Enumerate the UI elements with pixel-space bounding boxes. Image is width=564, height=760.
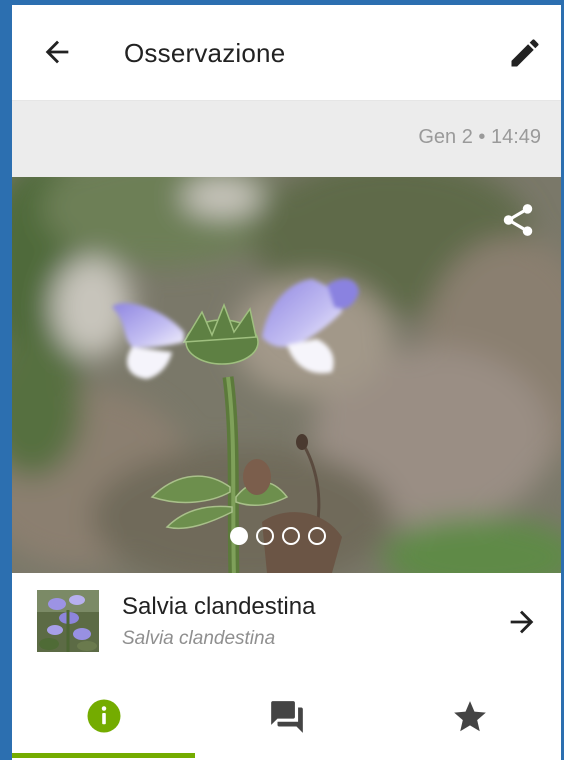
pencil-icon (511, 39, 539, 67)
arrow-back-icon (45, 40, 69, 64)
photo-dot[interactable] (256, 527, 274, 545)
open-taxon-button[interactable] (505, 605, 539, 639)
observation-date-bar: Gen 2 • 14:49 (12, 101, 561, 177)
arrow-forward-icon (510, 610, 534, 634)
comments-icon (270, 701, 303, 733)
share-button[interactable] (499, 201, 537, 239)
tab-favorites[interactable] (378, 669, 561, 759)
photo-pagination (230, 527, 326, 545)
photo-dot[interactable] (230, 527, 248, 545)
observation-date: Gen 2 • 14:49 (418, 126, 541, 148)
star-icon (453, 701, 486, 732)
taxon-row[interactable]: Salvia clandestina Salvia clandestina (12, 573, 561, 670)
photo-dot[interactable] (308, 527, 326, 545)
bottom-tab-bar (12, 669, 561, 760)
taxon-common-name: Salvia clandestina (122, 593, 316, 620)
observation-photo[interactable] (12, 177, 561, 573)
tab-selected-indicator (12, 753, 195, 758)
app-bar: Osservazione (12, 5, 561, 101)
share-icon (503, 204, 533, 236)
flower-photo (12, 177, 561, 573)
taxon-thumbnail (37, 590, 99, 652)
tab-info[interactable] (12, 669, 195, 759)
photo-dot[interactable] (282, 527, 300, 545)
page-title: Osservazione (124, 38, 286, 68)
tab-activity[interactable] (195, 669, 378, 759)
info-icon (87, 699, 120, 733)
app-screen: Osservazione Gen 2 • 14:49 Salvia clande… (0, 0, 564, 760)
back-button[interactable] (40, 35, 74, 69)
taxon-scientific-name: Salvia clandestina (122, 628, 276, 649)
edit-button[interactable] (507, 35, 543, 71)
